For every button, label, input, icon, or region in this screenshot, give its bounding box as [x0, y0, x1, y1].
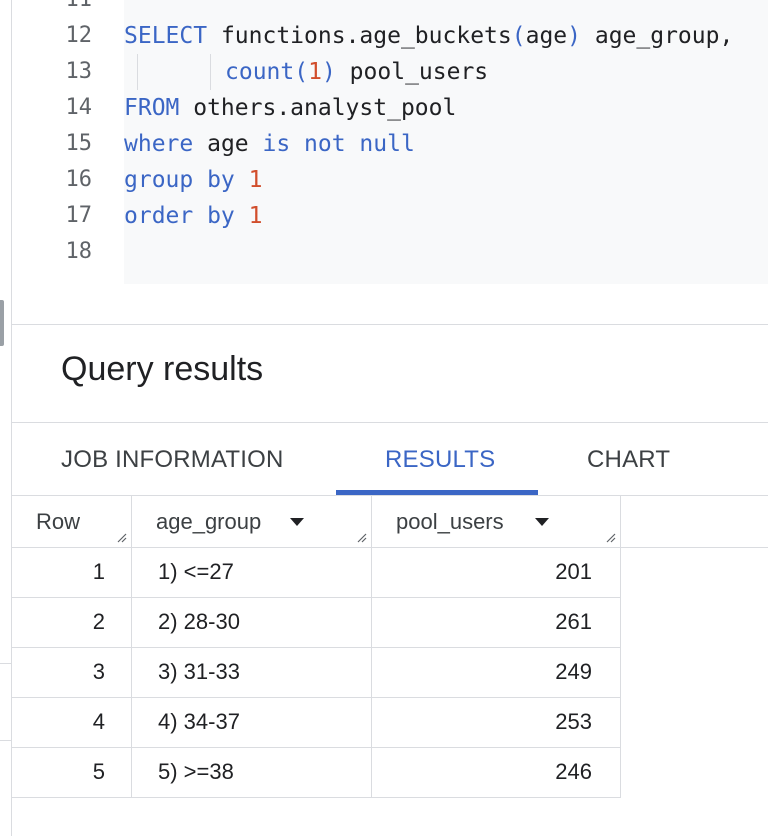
code-token: group by	[124, 167, 249, 193]
row-number-cell[interactable]: 3	[12, 647, 132, 697]
pool-users-cell[interactable]: 249	[372, 647, 621, 697]
table-row[interactable]: 5 5) >=38 246	[12, 747, 621, 798]
code-token: order by	[124, 203, 249, 229]
line-number: 13	[65, 59, 93, 84]
tab-job-information[interactable]: JOB INFORMATION	[61, 440, 284, 480]
left-strip-divider	[0, 740, 11, 741]
line-number: 17	[65, 203, 93, 228]
code-token: SELECT	[124, 23, 208, 49]
code-line[interactable]: 13 count(1) pool_users	[12, 54, 768, 90]
table-header: Row age_group pool_users	[12, 496, 768, 548]
code-token: functions.age_buckets	[207, 23, 512, 49]
indent-guide	[137, 54, 138, 90]
tab-chart[interactable]: CHART	[587, 440, 670, 480]
code-text: SELECT functions.age_buckets(age) age_gr…	[124, 18, 733, 54]
code-token: where	[124, 131, 194, 157]
pool-users-cell[interactable]: 261	[372, 597, 621, 647]
code-token: (	[294, 59, 309, 85]
age-group-cell[interactable]: 4) 34-37	[132, 697, 372, 747]
code-token: pool_users	[335, 59, 489, 85]
column-header-label: Row	[36, 509, 81, 534]
line-number: 15	[65, 131, 93, 156]
row-number-cell[interactable]: 4	[12, 697, 132, 747]
line-number: 18	[65, 239, 93, 264]
code-text: FROM others.analyst_pool	[124, 90, 456, 126]
code-line[interactable]: 14 FROM others.analyst_pool	[12, 90, 768, 126]
code-token: age	[525, 23, 568, 49]
editor-divider	[12, 324, 768, 325]
code-token: )	[321, 59, 336, 85]
row-number-cell[interactable]: 2	[12, 597, 132, 647]
code-text: group by 1	[124, 162, 262, 198]
column-header-age-group[interactable]: age_group	[132, 496, 372, 547]
code-token: age	[193, 131, 263, 157]
column-header-pool-users[interactable]: pool_users	[372, 496, 621, 547]
code-token: (	[511, 23, 526, 49]
code-line[interactable]: 11	[12, 0, 768, 18]
code-text: order by 1	[124, 198, 262, 234]
table-row[interactable]: 1 1) <=27 201	[12, 547, 621, 598]
indent-guide	[210, 54, 211, 90]
resize-grip-icon[interactable]	[115, 531, 127, 543]
resize-grip-icon[interactable]	[604, 531, 616, 543]
column-header-label: age_group	[156, 509, 262, 534]
code-line[interactable]: 17 order by 1	[12, 198, 768, 234]
code-token: 1	[308, 59, 322, 85]
line-number: 12	[65, 23, 93, 48]
pool-users-cell[interactable]: 201	[372, 547, 621, 597]
resize-grip-icon[interactable]	[355, 531, 367, 543]
row-number-cell[interactable]: 1	[12, 547, 132, 597]
panel-resize-handle[interactable]	[0, 300, 4, 346]
age-group-cell[interactable]: 3) 31-33	[132, 647, 372, 697]
dropdown-caret-icon[interactable]	[290, 518, 304, 526]
left-strip-divider	[0, 663, 11, 664]
code-token: )	[567, 23, 581, 49]
tabs-divider	[12, 422, 768, 423]
column-header-label: pool_users	[396, 509, 504, 534]
age-group-cell[interactable]: 5) >=38	[132, 747, 372, 797]
pool-users-cell[interactable]: 253	[372, 697, 621, 747]
sql-editor[interactable]: 1112SELECT functions.age_buckets(age) ag…	[12, 0, 768, 284]
code-token: count	[225, 59, 295, 85]
code-token: others.analyst_pool	[179, 95, 457, 121]
code-line[interactable]: 12 SELECT functions.age_buckets(age) age_…	[12, 18, 768, 54]
code-text: count(1) pool_users	[225, 54, 488, 90]
table-row[interactable]: 4 4) 34-37 253	[12, 697, 621, 748]
line-number: 16	[65, 167, 93, 192]
tab-results[interactable]: RESULTS	[385, 440, 495, 480]
code-line[interactable]: 18	[12, 234, 768, 270]
line-number: 11	[12, 0, 93, 18]
column-header-row[interactable]: Row	[12, 496, 132, 547]
code-text: where age is not null	[124, 126, 415, 162]
age-group-cell[interactable]: 2) 28-30	[132, 597, 372, 647]
code-token: 1	[248, 167, 263, 193]
table-row[interactable]: 3 3) 31-33 249	[12, 647, 621, 698]
pool-users-cell[interactable]: 246	[372, 747, 621, 797]
code-token: is not null	[262, 131, 415, 157]
code-token: 1	[248, 203, 263, 229]
code-token: FROM	[124, 95, 180, 121]
code-line[interactable]: 16 group by 1	[12, 162, 768, 198]
table-row[interactable]: 2 2) 28-30 261	[12, 597, 621, 648]
code-token: age_group,	[581, 23, 734, 49]
age-group-cell[interactable]: 1) <=27	[132, 547, 372, 597]
dropdown-caret-icon[interactable]	[535, 518, 549, 526]
left-panel-strip	[0, 0, 12, 836]
query-results-title: Query results	[61, 350, 264, 388]
code-line[interactable]: 15 where age is not null	[12, 126, 768, 162]
line-number: 14	[65, 95, 93, 120]
row-number-cell[interactable]: 5	[12, 747, 132, 797]
